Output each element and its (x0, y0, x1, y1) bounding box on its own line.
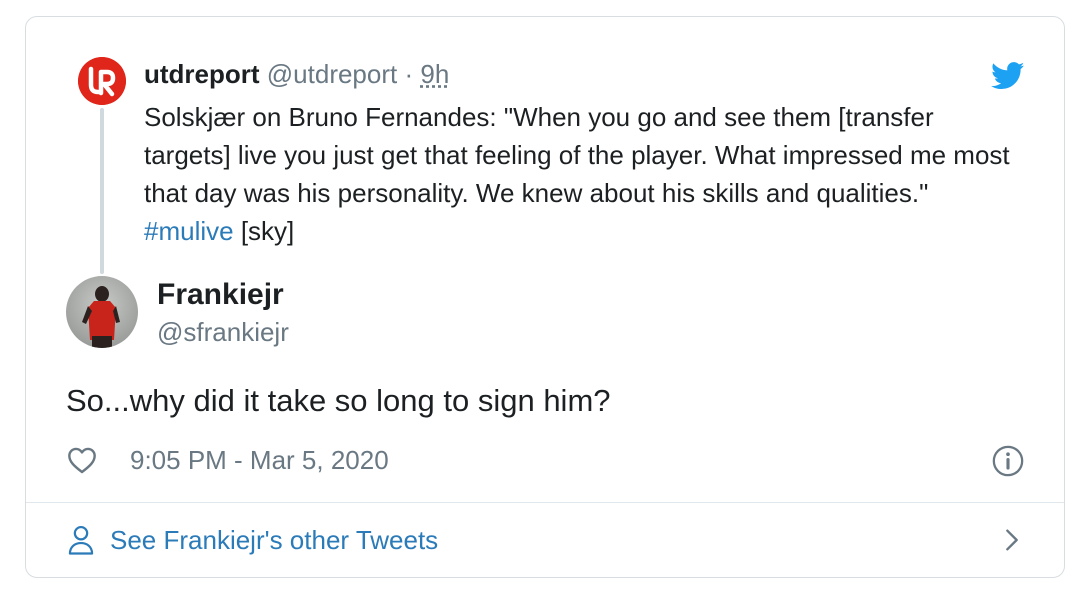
footer-divider (26, 502, 1064, 503)
tweet-timestamp[interactable]: 9:05 PM - Mar 5, 2020 (130, 444, 389, 476)
utdreport-avatar[interactable] (78, 57, 126, 105)
heart-icon[interactable] (66, 444, 98, 476)
quoted-tweet-text: Solskjær on Bruno Fernandes: "When you g… (144, 98, 1024, 250)
person-icon (68, 525, 94, 555)
quoted-tweet-time[interactable]: 9h (420, 59, 449, 89)
quoted-text-source: [sky] (233, 216, 295, 246)
header-separator: · (404, 59, 414, 89)
reply-author-handle[interactable]: @sfrankiejr (157, 316, 289, 348)
see-other-tweets-link[interactable]: See Frankiejr's other Tweets (66, 520, 1026, 560)
quoted-author-handle[interactable]: @utdreport (267, 59, 397, 89)
utdreport-logo-icon (78, 57, 126, 105)
chevron-right-icon[interactable] (998, 526, 1026, 554)
person-photo-icon (82, 286, 120, 348)
hashtag-link[interactable]: #mulive (144, 216, 234, 246)
reply-author-name[interactable]: Frankiejr (157, 277, 284, 313)
see-other-tweets-label: See Frankiejr's other Tweets (110, 524, 439, 555)
thread-connector-line (100, 108, 104, 274)
twitter-bird-icon[interactable] (991, 62, 1025, 90)
info-icon[interactable] (991, 444, 1025, 478)
frankiejr-avatar[interactable] (66, 276, 138, 348)
quoted-text-main: Solskjær on Bruno Fernandes: "When you g… (144, 102, 1010, 208)
quoted-author-name[interactable]: utdreport (144, 59, 260, 89)
quoted-tweet-header: utdreport @utdreport · 9h (144, 58, 449, 90)
reply-tweet-text: So...why did it take so long to sign him… (66, 383, 611, 418)
